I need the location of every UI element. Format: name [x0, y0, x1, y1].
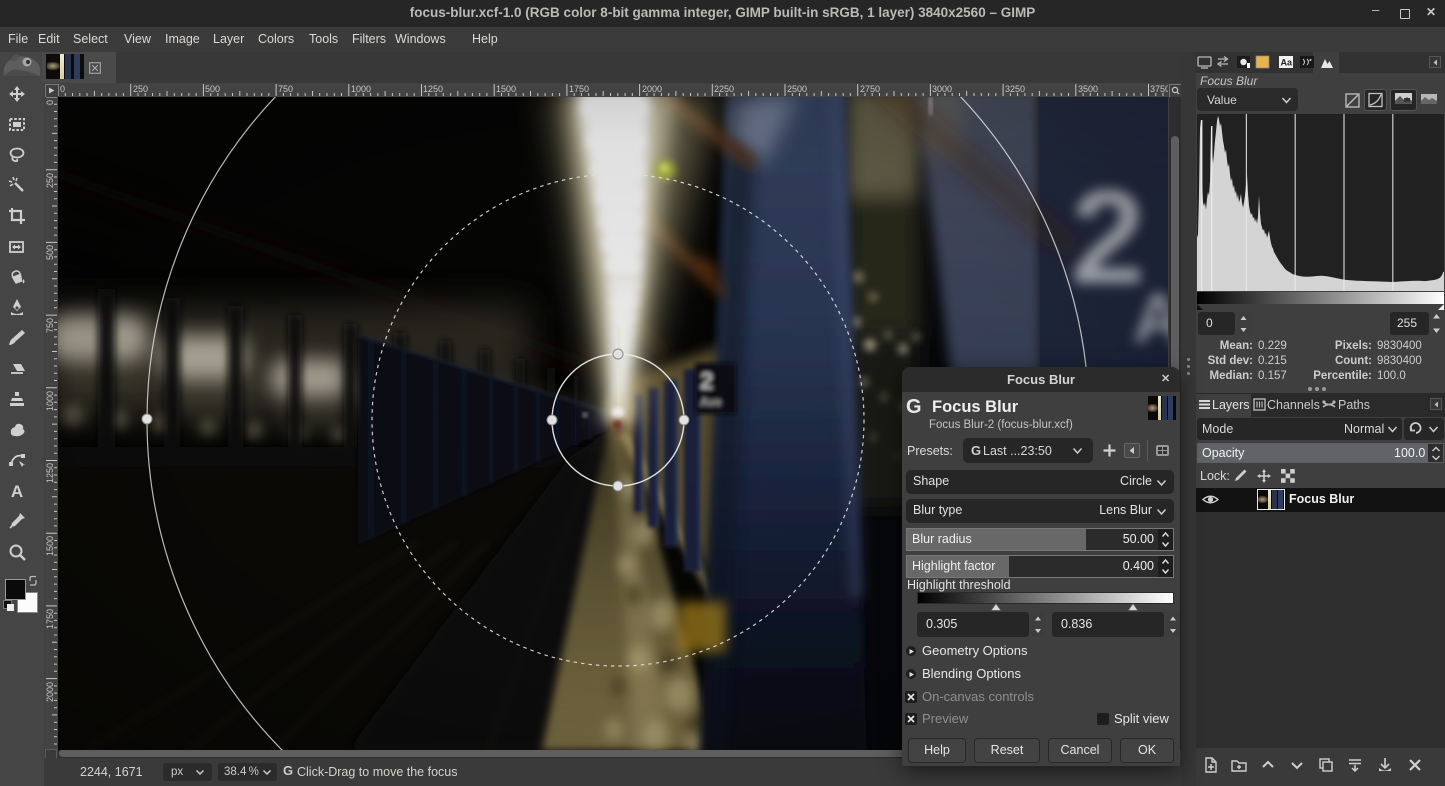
svg-text:2750: 2750 — [860, 84, 880, 94]
svg-text:3250: 3250 — [1005, 84, 1025, 94]
svg-text:0: 0 — [60, 84, 65, 94]
svg-text:3750: 3750 — [1150, 84, 1168, 94]
svg-text:0: 0 — [45, 100, 55, 105]
svg-text:1000: 1000 — [45, 391, 55, 411]
svg-text:1250: 1250 — [45, 463, 55, 483]
svg-text:500: 500 — [205, 84, 220, 94]
svg-text:750: 750 — [278, 84, 293, 94]
svg-text:2500: 2500 — [787, 84, 807, 94]
svg-text:2000: 2000 — [45, 682, 55, 702]
svg-text:1500: 1500 — [45, 536, 55, 556]
svg-text:250: 250 — [133, 84, 148, 94]
svg-text:1000: 1000 — [351, 84, 371, 94]
svg-text:2250: 2250 — [714, 84, 734, 94]
svg-text:2000: 2000 — [642, 84, 662, 94]
svg-text:500: 500 — [45, 245, 55, 260]
svg-text:3000: 3000 — [932, 84, 952, 94]
svg-text:A: A — [11, 482, 23, 501]
svg-text:3500: 3500 — [1078, 84, 1098, 94]
svg-text:Aa: Aa — [1281, 58, 1293, 68]
svg-text:250: 250 — [45, 173, 55, 188]
svg-text:1500: 1500 — [496, 84, 516, 94]
svg-text:1250: 1250 — [423, 84, 443, 94]
svg-text:1750: 1750 — [569, 84, 589, 94]
svg-text:750: 750 — [45, 318, 55, 333]
svg-text:1750: 1750 — [45, 609, 55, 629]
